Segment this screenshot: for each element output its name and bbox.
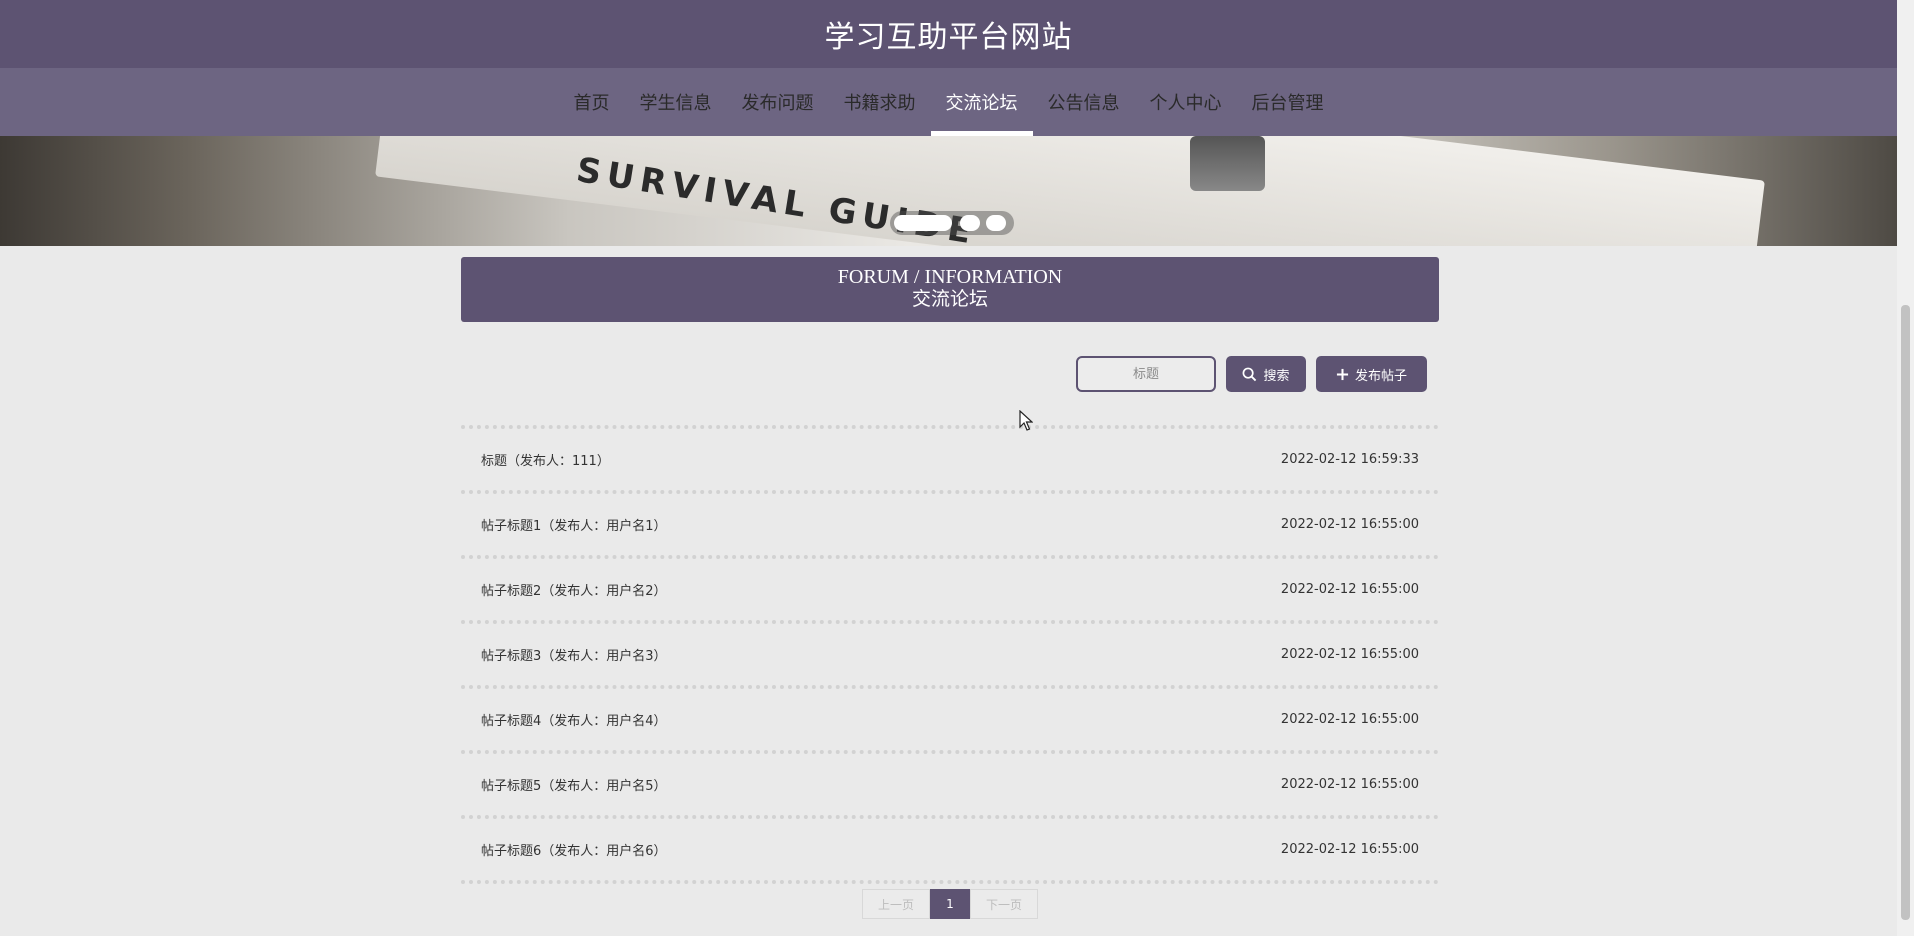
next-page-button[interactable]: 下一页	[970, 889, 1038, 919]
page-scrollbar[interactable]	[1897, 0, 1914, 936]
search-button-label: 搜索	[1263, 368, 1290, 384]
post-time: 2022-02-12 16:55:00	[1280, 647, 1419, 662]
search-button[interactable]: 搜索	[1226, 356, 1306, 392]
nav-item-personal-center[interactable]: 个人中心	[1135, 68, 1237, 136]
carousel-indicators	[890, 211, 1014, 235]
post-row[interactable]: 帖子标题2（发布人：用户名2） 2022-02-12 16:55:00	[461, 559, 1439, 624]
post-row[interactable]: 帖子标题1（发布人：用户名1） 2022-02-12 16:55:00	[461, 494, 1439, 559]
search-input[interactable]	[1076, 356, 1216, 392]
post-row[interactable]: 帖子标题6（发布人：用户名6） 2022-02-12 16:55:00	[461, 819, 1439, 884]
carousel-dot-1[interactable]	[894, 215, 952, 231]
post-row[interactable]: 帖子标题5（发布人：用户名5） 2022-02-12 16:55:00	[461, 754, 1439, 819]
section-title-en: FORUM / INFORMATION	[837, 266, 1063, 288]
create-post-button[interactable]: 发布帖子	[1316, 356, 1427, 392]
scrollbar-thumb[interactable]	[1901, 305, 1910, 920]
post-row[interactable]: 帖子标题4（发布人：用户名4） 2022-02-12 16:55:00	[461, 689, 1439, 754]
current-page-button[interactable]: 1	[930, 889, 970, 919]
search-icon	[1242, 367, 1257, 382]
post-title[interactable]: 帖子标题2（发布人：用户名2）	[481, 580, 667, 599]
plus-icon	[1336, 368, 1349, 381]
post-row[interactable]: 标题（发布人：111） 2022-02-12 16:59:33	[461, 429, 1439, 494]
post-time: 2022-02-12 16:55:00	[1280, 777, 1419, 792]
post-time: 2022-02-12 16:55:00	[1280, 712, 1419, 727]
nav-item-announcements[interactable]: 公告信息	[1033, 68, 1135, 136]
nav-item-post-question[interactable]: 发布问题	[727, 68, 829, 136]
mouse-pointer-icon	[1019, 410, 1033, 431]
site-title: 学习互助平台网站	[824, 20, 1073, 55]
post-title[interactable]: 标题（发布人：111）	[481, 450, 610, 469]
section-title-cn: 交流论坛	[911, 289, 988, 310]
post-row[interactable]: 帖子标题3（发布人：用户名3） 2022-02-12 16:55:00	[461, 624, 1439, 689]
post-time: 2022-02-12 16:55:00	[1280, 582, 1419, 597]
nav-item-home[interactable]: 首页	[559, 68, 625, 136]
banner-clip-image	[1190, 136, 1265, 191]
pagination: 上一页 1 下一页	[862, 889, 1038, 919]
banner-carousel[interactable]: SURVIVAL GUIDE	[0, 136, 1897, 246]
nav-item-student-info[interactable]: 学生信息	[625, 68, 727, 136]
site-header: 学习互助平台网站	[0, 0, 1897, 68]
section-title: FORUM / INFORMATION 交流论坛	[461, 257, 1439, 322]
post-title[interactable]: 帖子标题1（发布人：用户名1）	[481, 515, 667, 534]
carousel-dot-2[interactable]	[960, 215, 980, 231]
post-time: 2022-02-12 16:59:33	[1280, 452, 1419, 467]
post-time: 2022-02-12 16:55:00	[1280, 842, 1419, 857]
nav-item-book-help[interactable]: 书籍求助	[829, 68, 931, 136]
prev-page-button[interactable]: 上一页	[862, 889, 930, 919]
post-list: 标题（发布人：111） 2022-02-12 16:59:33 帖子标题1（发布…	[461, 425, 1439, 884]
post-title[interactable]: 帖子标题5（发布人：用户名5）	[481, 775, 667, 794]
carousel-dot-3[interactable]	[986, 215, 1006, 231]
post-title[interactable]: 帖子标题6（发布人：用户名6）	[481, 840, 667, 859]
nav-item-admin[interactable]: 后台管理	[1237, 68, 1339, 136]
post-title[interactable]: 帖子标题3（发布人：用户名3）	[481, 645, 667, 664]
create-post-button-label: 发布帖子	[1354, 368, 1407, 384]
post-time: 2022-02-12 16:55:00	[1280, 517, 1419, 532]
nav-item-forum[interactable]: 交流论坛	[930, 68, 1033, 136]
main-nav: 首页 学生信息 发布问题 书籍求助 交流论坛 公告信息 个人中心 后台管理	[0, 68, 1897, 136]
post-title[interactable]: 帖子标题4（发布人：用户名4）	[481, 710, 667, 729]
